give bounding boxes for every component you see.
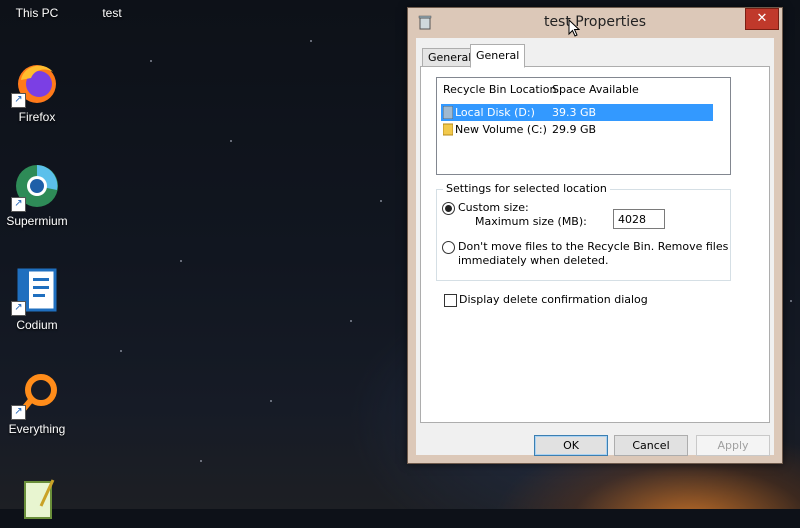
- desktop-icon-label: Firefox: [18, 110, 56, 124]
- desktop-icon-label: Codium: [16, 318, 58, 332]
- title-bar[interactable]: test Properties ✕: [408, 8, 782, 38]
- custom-size-radio[interactable]: [442, 202, 455, 215]
- custom-size-label: Custom size:: [458, 201, 529, 214]
- notepad-icon: [13, 476, 61, 524]
- apply-button[interactable]: Apply: [696, 435, 770, 456]
- dont-move-label-cont: immediately when deleted.: [458, 254, 609, 267]
- max-size-label: Maximum size (MB):: [475, 215, 587, 228]
- firefox-icon: ↗: [11, 58, 61, 108]
- dont-move-radio[interactable]: [442, 241, 455, 254]
- location-name: Local Disk (D:): [455, 106, 535, 119]
- settings-group: Settings for selected location Custom si…: [436, 182, 731, 281]
- location-list[interactable]: Recycle Bin Location Space Available Loc…: [436, 77, 731, 175]
- desktop-icon-codium[interactable]: ↗ Codium: [0, 266, 77, 332]
- desktop-icon-label: Supermium: [6, 214, 68, 228]
- settings-group-title: Settings for selected location: [443, 182, 610, 195]
- ok-button[interactable]: OK: [534, 435, 608, 456]
- desktop-icon-label: test: [102, 6, 122, 20]
- properties-window: test Properties ✕ General General Recycl…: [407, 7, 783, 464]
- window-client-area: General General Recycle Bin Location Spa…: [416, 38, 774, 456]
- location-space: 29.9 GB: [552, 123, 597, 136]
- dont-move-label: Don't move files to the Recycle Bin. Rem…: [458, 240, 729, 253]
- window-title: test Properties: [543, 14, 647, 30]
- desktop-icon-this-pc[interactable]: This PC: [0, 6, 77, 20]
- desktop-icon-label: Everything: [8, 422, 66, 436]
- tab-panel: Recycle Bin Location Space Available Loc…: [420, 66, 770, 423]
- cancel-button[interactable]: Cancel: [614, 435, 688, 456]
- desktop-icon-everything[interactable]: ↗ Everything: [0, 370, 77, 436]
- desktop-icon-label: This PC: [15, 6, 59, 20]
- close-button[interactable]: ✕: [745, 8, 779, 30]
- desktop-icon-test[interactable]: test: [72, 6, 152, 20]
- everything-icon: ↗: [11, 370, 61, 420]
- supermium-icon: ↗: [11, 162, 61, 212]
- location-name: New Volume (C:): [455, 123, 547, 136]
- location-space: 39.3 GB: [552, 106, 597, 119]
- shortcut-arrow-icon: ↗: [11, 301, 26, 316]
- shortcut-arrow-icon: ↗: [11, 197, 26, 212]
- max-size-input[interactable]: [613, 209, 665, 229]
- shortcut-arrow-icon: ↗: [11, 405, 26, 420]
- mouse-cursor-icon: [568, 18, 581, 37]
- desktop-icon-partial[interactable]: [0, 476, 77, 528]
- list-item[interactable]: New Volume (C:) 29.9 GB: [441, 121, 713, 138]
- folder-icon: [442, 123, 454, 136]
- codium-icon: ↗: [11, 266, 61, 316]
- drive-icon: [442, 105, 454, 120]
- list-item[interactable]: Local Disk (D:) 39.3 GB: [441, 104, 713, 121]
- column-header-location[interactable]: Recycle Bin Location: [443, 83, 556, 96]
- desktop-icon-supermium[interactable]: ↗ Supermium: [0, 162, 77, 228]
- column-header-space[interactable]: Space Available: [552, 83, 639, 96]
- confirm-dialog-label: Display delete confirmation dialog: [459, 293, 648, 306]
- confirm-dialog-checkbox[interactable]: [444, 294, 457, 307]
- shortcut-arrow-icon: ↗: [11, 93, 26, 108]
- desktop-icon-firefox[interactable]: ↗ Firefox: [0, 58, 77, 124]
- tab-general-2[interactable]: General: [470, 44, 526, 68]
